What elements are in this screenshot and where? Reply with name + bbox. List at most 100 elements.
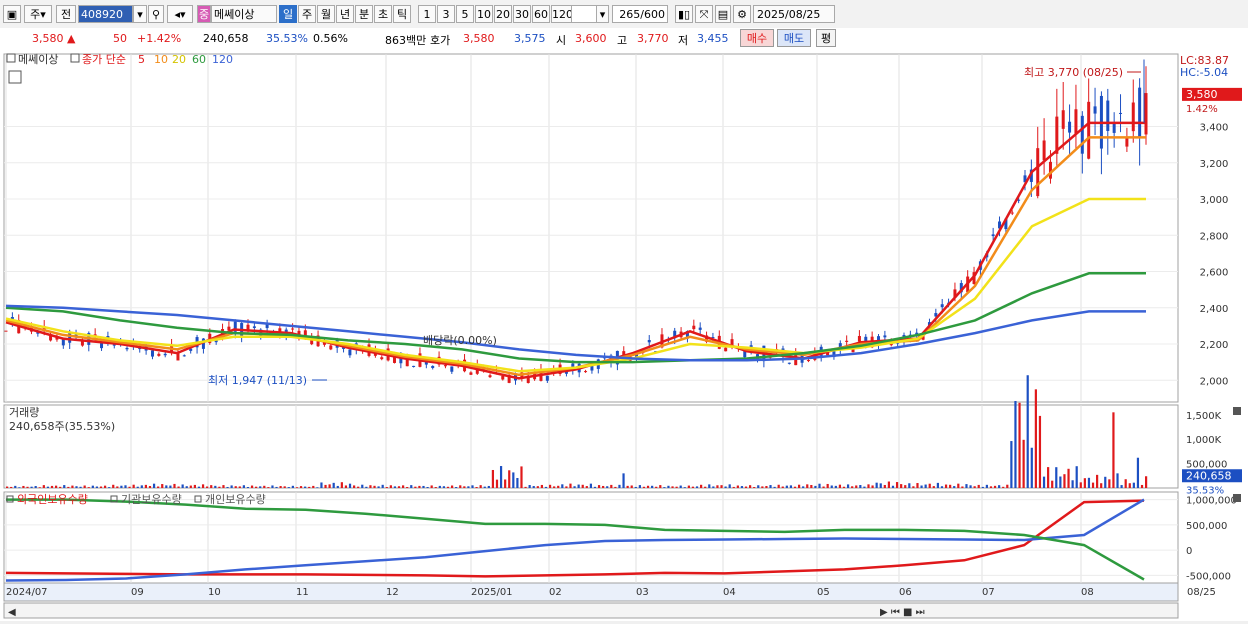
volume-bar [642, 486, 646, 488]
volume-bar [259, 486, 262, 488]
last-pct-label: 1.42% [1186, 104, 1218, 115]
volume-bar [651, 485, 654, 488]
volume-bar [144, 484, 148, 488]
volume-bar [46, 486, 50, 488]
volume-bar [630, 485, 633, 488]
low-price: 3,455 [697, 32, 729, 45]
line-tool-icon[interactable]: ⤧ [695, 5, 713, 23]
volume-bar [708, 484, 711, 488]
interval-button[interactable]: 30 [513, 5, 531, 23]
volume-bar [973, 486, 976, 488]
candle-body [1074, 109, 1078, 134]
legend-ma-120: 120 [212, 53, 233, 66]
volume-bar [148, 486, 152, 488]
chart-svg[interactable]: 2024/07 09 10 11 12 2025/01 02 03 04 05 06 07 08 08/2… [0, 50, 1248, 621]
volume-bar [797, 484, 801, 488]
volume-bar [765, 486, 768, 488]
interval-button[interactable]: 3 [437, 5, 455, 23]
volume-bar [606, 486, 609, 488]
volume-last-label: 240,658 [1186, 469, 1232, 482]
interval-button[interactable]: 60 [532, 5, 550, 23]
candle-type-icon[interactable]: ▮▯ [675, 5, 693, 23]
period-tab[interactable]: 일 [279, 5, 297, 23]
evaluate-button[interactable]: 평 [816, 29, 836, 47]
search-icon[interactable]: ⚲ [148, 5, 164, 23]
y-tick-label: 3,200 [1200, 159, 1229, 170]
volume-bar [1124, 479, 1127, 488]
volume-bar [234, 486, 237, 488]
period-tab[interactable]: 년 [336, 5, 354, 23]
volume-bar [1132, 482, 1135, 488]
date-field[interactable]: 2025/08/25 ▦ [753, 5, 835, 39]
volume-bar [103, 485, 107, 488]
volume-bar [504, 479, 507, 488]
volume-bar [626, 485, 629, 488]
x-tick-label: 06 [899, 587, 912, 598]
settings-icon[interactable]: ⚙ [733, 5, 751, 23]
period-tab[interactable]: 분 [355, 5, 373, 23]
candle-body [1119, 112, 1123, 114]
interval-button[interactable]: 1 [418, 5, 436, 23]
volume-bar [426, 486, 429, 488]
interval-button[interactable]: 10 [475, 5, 493, 23]
sell-button[interactable]: 매도 [777, 29, 811, 47]
volume-bar [365, 486, 368, 488]
volume-bar [499, 466, 503, 488]
market-select[interactable]: 주▾ [24, 5, 52, 23]
period-tab[interactable]: 초 [374, 5, 392, 23]
legend-ma-10: 10 [154, 53, 168, 66]
volume-bar [242, 485, 245, 488]
stock-name[interactable]: 메쎄이상 [211, 5, 277, 23]
volume-bar [1047, 467, 1050, 488]
volume-bar [695, 486, 699, 488]
volume-bar [410, 485, 413, 488]
volume-bar [712, 486, 715, 488]
legend-name: 메쎄이상 [18, 53, 58, 66]
y-tick-label: 3,000 [1200, 195, 1229, 206]
volume-bar [54, 485, 58, 488]
interval-button[interactable]: 5 [456, 5, 474, 23]
buy-button[interactable]: 매수 [740, 29, 774, 47]
volume-bar [10, 486, 13, 488]
speaker-icon[interactable]: ◂▾ [167, 5, 193, 23]
volume-bar [267, 487, 270, 488]
prev-button[interactable]: 전 [56, 5, 76, 23]
save-icon[interactable]: ▤ [715, 5, 731, 23]
open-label: 시 [556, 34, 567, 47]
code-dropdown-icon[interactable]: ▾ [133, 5, 147, 23]
period-tab[interactable]: 주 [298, 5, 316, 23]
volume-bar [732, 486, 735, 488]
volume-bar [246, 487, 250, 488]
volume-bar [1055, 467, 1058, 488]
volume-bar [177, 486, 180, 488]
volume-bar [638, 485, 641, 488]
interval-button[interactable]: 20 [494, 5, 512, 23]
stock-code-input[interactable]: 408920 [78, 5, 133, 23]
volume-bar [867, 484, 870, 488]
candle-body [1112, 123, 1116, 133]
quote-bar: 3,580 ▲ 50 +1.42% 240,658 35.53% 0.56% 8… [0, 28, 1248, 51]
window-menu-icon[interactable]: ▣ [3, 5, 21, 23]
volume-bar [214, 485, 217, 488]
count-field[interactable]: 265/600 [612, 5, 668, 23]
volume-bar [998, 485, 1001, 488]
interval-button[interactable]: 120 [551, 5, 573, 23]
volume-bar [442, 486, 446, 488]
volume-bar [687, 485, 690, 488]
volume-bar [679, 485, 682, 488]
volume-bar [634, 486, 637, 488]
candle-body [265, 324, 269, 329]
candle-body [724, 347, 728, 352]
period-tab[interactable]: 틱 [393, 5, 411, 23]
volume-bar [834, 485, 837, 488]
period-tab[interactable]: 월 [317, 5, 335, 23]
volume-bar [728, 484, 731, 488]
candle-body [1042, 140, 1046, 161]
chart-area[interactable]: 2024/07 09 10 11 12 2025/01 02 03 04 05 06 07 08 08/2… [0, 50, 1248, 621]
volume-bar [99, 486, 103, 488]
volume-bar [851, 486, 854, 488]
interval-dropdown-icon[interactable]: ▾ [596, 5, 609, 23]
volume-bar [936, 482, 939, 488]
volume-bar [1026, 375, 1029, 488]
y-tick-label: 2,000 [1200, 376, 1229, 387]
